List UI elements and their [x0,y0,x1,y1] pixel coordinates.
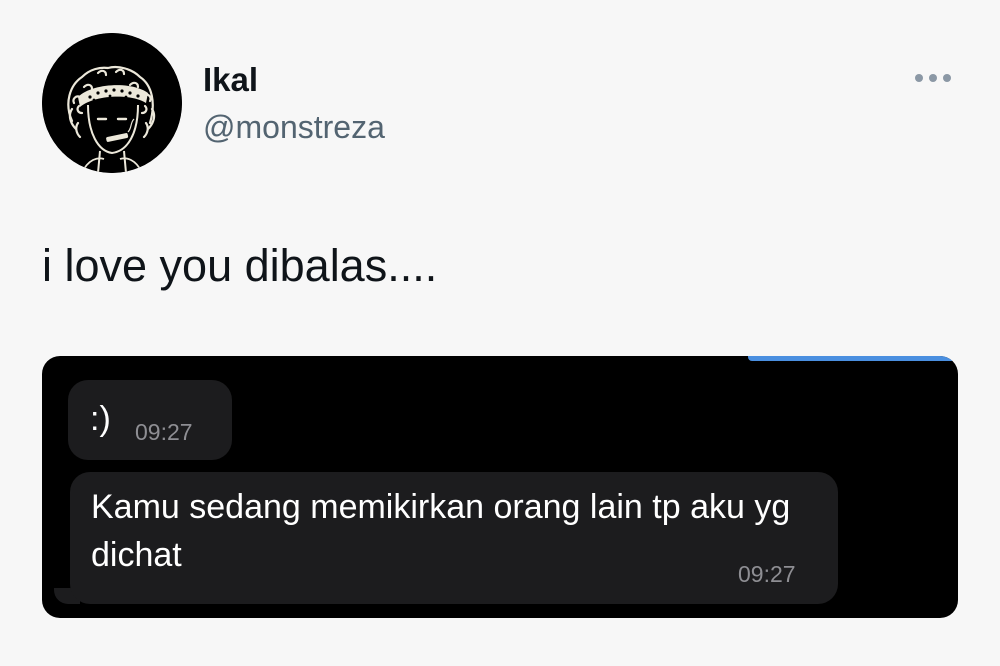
tweet-text: i love you dibalas.... [42,240,438,291]
illustrated-face-avatar-icon [42,33,182,173]
media-accent-bar [748,356,958,361]
author-handle[interactable]: @monstreza [203,107,385,147]
more-horizontal-icon [915,74,951,82]
chat-message-text: :) [90,400,111,438]
more-options-button[interactable] [905,60,961,96]
tweet-card: Ikal @monstreza i love you dibalas.... :… [0,0,1000,666]
chat-message-time: 09:27 [135,419,193,445]
author-display-name[interactable]: Ikal [203,60,258,100]
avatar[interactable] [42,33,182,173]
chat-message-text: Kamu sedang memikirkan orang lain tp aku… [91,488,791,574]
tweet-media-image[interactable]: :) 09:27 Kamu sedang memikirkan orang la… [42,356,958,618]
chat-message-time: 09:27 [738,561,796,587]
